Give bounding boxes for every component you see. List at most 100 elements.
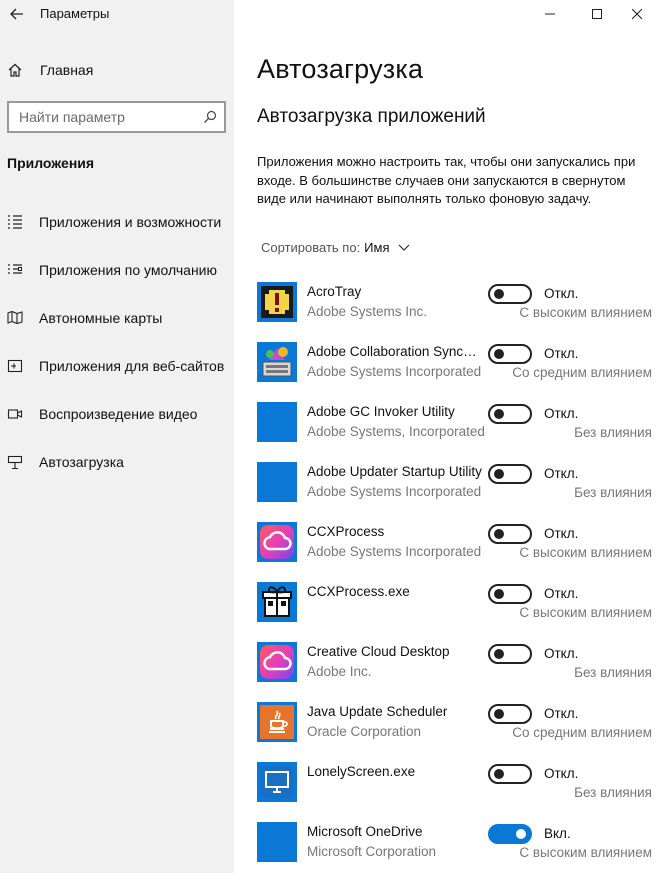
toggle-knob bbox=[494, 589, 504, 599]
startup-app-row: Microsoft OneDrive Microsoft Corporation… bbox=[257, 822, 652, 873]
sidebar-item-video-playback[interactable]: Воспроизведение видео bbox=[0, 396, 234, 432]
app-publisher: Adobe Inc. bbox=[307, 664, 372, 679]
toggle-state: Откл. bbox=[544, 406, 579, 421]
app-name: Java Update Scheduler bbox=[307, 704, 448, 719]
toggle-knob bbox=[494, 409, 504, 419]
startup-icon bbox=[6, 453, 24, 471]
startup-toggle[interactable] bbox=[488, 524, 532, 544]
startup-toggle[interactable] bbox=[488, 764, 532, 784]
sidebar-item-label: Воспроизведение видео bbox=[39, 406, 198, 422]
startup-toggle[interactable] bbox=[488, 704, 532, 724]
startup-impact: Со средним влиянием bbox=[512, 725, 652, 740]
video-icon bbox=[6, 405, 24, 423]
toggle-knob bbox=[494, 529, 504, 539]
startup-impact: С высоким влиянием bbox=[519, 545, 652, 560]
maximize-button[interactable] bbox=[575, 0, 619, 28]
back-button[interactable] bbox=[6, 3, 28, 25]
toggle-knob bbox=[516, 829, 526, 839]
app-name: Adobe Updater Startup Utility bbox=[307, 464, 482, 479]
startup-toggle[interactable] bbox=[488, 824, 532, 844]
toggle-state: Откл. bbox=[544, 466, 579, 481]
minimize-icon bbox=[545, 13, 555, 15]
app-name: AcroTray bbox=[307, 284, 362, 299]
monitor-icon bbox=[257, 762, 297, 802]
sidebar-item-label: Главная bbox=[40, 62, 94, 78]
blank-app-icon bbox=[257, 402, 297, 442]
startup-toggle[interactable] bbox=[488, 344, 532, 364]
sidebar-item-web-apps[interactable]: Приложения для веб-сайтов bbox=[0, 348, 234, 384]
app-publisher: Adobe Systems Incorporated bbox=[307, 364, 482, 379]
minimize-button[interactable] bbox=[528, 0, 572, 28]
app-name: Adobe GC Invoker Utility bbox=[307, 404, 455, 419]
startup-toggle[interactable] bbox=[488, 464, 532, 484]
toggle-state: Откл. bbox=[544, 586, 579, 601]
startup-app-row: AcroTray Adobe Systems Inc. Откл. С высо… bbox=[257, 282, 652, 342]
chevron-down-icon bbox=[398, 244, 409, 251]
creative-cloud-icon bbox=[257, 522, 297, 562]
app-publisher: Adobe Systems Inc. bbox=[307, 304, 428, 319]
startup-impact: С высоким влиянием bbox=[519, 845, 652, 860]
startup-app-row: Java Update Scheduler Oracle Corporation… bbox=[257, 702, 652, 762]
gift-box-icon bbox=[257, 582, 297, 622]
app-name: Creative Cloud Desktop bbox=[307, 644, 450, 659]
adobe-collab-sync-icon bbox=[257, 342, 297, 382]
search-icon[interactable] bbox=[203, 110, 217, 124]
sidebar-item-startup[interactable]: Автозагрузка bbox=[0, 444, 234, 480]
startup-impact: Без влияния bbox=[574, 665, 652, 680]
section-subtitle: Автозагрузка приложений bbox=[257, 106, 486, 127]
sort-dropdown[interactable]: Сортировать по: Имя bbox=[261, 240, 410, 255]
startup-impact: Без влияния bbox=[574, 785, 652, 800]
startup-app-row: Adobe Updater Startup Utility Adobe Syst… bbox=[257, 462, 652, 522]
creative-cloud-icon bbox=[257, 642, 297, 682]
search-box[interactable] bbox=[7, 101, 226, 133]
toggle-knob bbox=[494, 769, 504, 779]
sidebar-item-label: Приложения и возможности bbox=[39, 214, 222, 230]
app-name: LonelyScreen.exe bbox=[307, 764, 416, 779]
app-publisher: Microsoft Corporation bbox=[307, 844, 437, 859]
toggle-state: Откл. bbox=[544, 286, 579, 301]
web-apps-icon bbox=[6, 357, 24, 375]
onedrive-icon bbox=[257, 822, 297, 862]
app-publisher: Adobe Systems Incorporated bbox=[307, 484, 482, 499]
sidebar-item-label: Приложения по умолчанию bbox=[39, 262, 217, 278]
close-icon bbox=[632, 9, 642, 19]
startup-toggle[interactable] bbox=[488, 404, 532, 424]
toggle-state: Откл. bbox=[544, 766, 579, 781]
startup-impact: Со средним влиянием bbox=[512, 365, 652, 380]
map-icon bbox=[6, 309, 24, 327]
sidebar: Параметры Главная Приложения Приложения … bbox=[0, 0, 234, 873]
toggle-state: Вкл. bbox=[544, 826, 571, 841]
sidebar-item-home[interactable]: Главная bbox=[0, 52, 234, 88]
startup-impact: Без влияния bbox=[574, 425, 652, 440]
startup-impact: С высоким влиянием bbox=[519, 305, 652, 320]
sidebar-item-offline-maps[interactable]: Автономные карты bbox=[0, 300, 234, 336]
startup-toggle[interactable] bbox=[488, 284, 532, 304]
startup-impact: Без влияния bbox=[574, 485, 652, 500]
app-name: CCXProcess.exe bbox=[307, 584, 410, 599]
toggle-knob bbox=[494, 709, 504, 719]
apps-list-icon bbox=[6, 213, 24, 231]
default-apps-icon bbox=[6, 261, 24, 279]
startup-app-row: Adobe GC Invoker Utility Adobe Systems, … bbox=[257, 402, 652, 462]
maximize-icon bbox=[592, 9, 602, 19]
toggle-state: Откл. bbox=[544, 346, 579, 361]
startup-app-row: Adobe Collaboration Synchronizer Adobe S… bbox=[257, 342, 652, 402]
home-icon bbox=[6, 61, 24, 79]
app-publisher: Adobe Systems Incorporated bbox=[307, 544, 482, 559]
startup-app-row: Creative Cloud Desktop Adobe Inc. Откл. … bbox=[257, 642, 652, 702]
sidebar-item-label: Приложения для веб-сайтов bbox=[39, 358, 225, 374]
startup-toggle[interactable] bbox=[488, 644, 532, 664]
sidebar-item-apps-features[interactable]: Приложения и возможности bbox=[0, 204, 234, 240]
toggle-state: Откл. bbox=[544, 526, 579, 541]
page-title: Автозагрузка bbox=[257, 54, 424, 84]
app-name: Adobe Collaboration Synchronizer bbox=[307, 344, 483, 359]
toggle-state: Откл. bbox=[544, 646, 579, 661]
toggle-knob bbox=[494, 289, 504, 299]
close-button[interactable] bbox=[615, 0, 659, 28]
section-title: Приложения bbox=[7, 155, 95, 171]
app-publisher: Oracle Corporation bbox=[307, 724, 422, 739]
startup-app-row: LonelyScreen.exe Откл. Без влияния bbox=[257, 762, 652, 822]
search-input[interactable] bbox=[9, 109, 194, 125]
startup-toggle[interactable] bbox=[488, 584, 532, 604]
sidebar-item-default-apps[interactable]: Приложения по умолчанию bbox=[0, 252, 234, 288]
